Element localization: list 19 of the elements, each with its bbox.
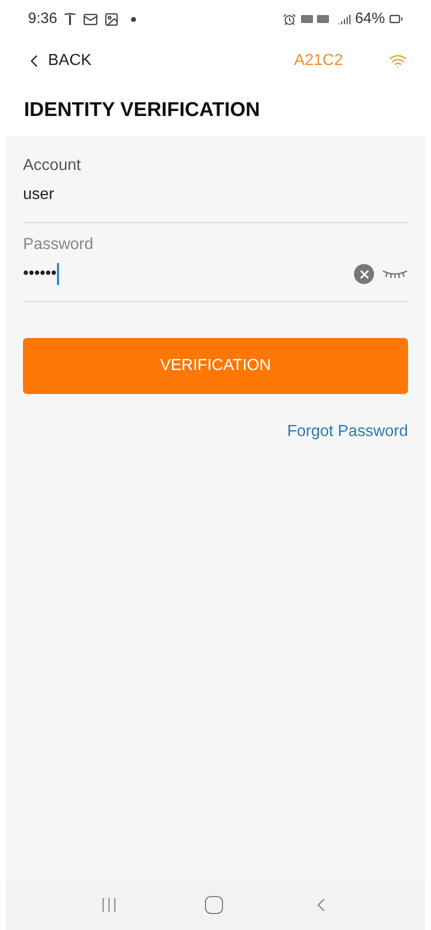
status-time: 9:36 bbox=[28, 8, 58, 29]
field-label: Account bbox=[23, 156, 82, 176]
home-icon[interactable] bbox=[205, 896, 224, 914]
input-field[interactable]: user bbox=[23, 178, 408, 212]
input-field[interactable]: •••••• bbox=[23, 257, 408, 291]
mail-icon bbox=[83, 12, 98, 26]
eye-closed-icon[interactable] bbox=[382, 269, 408, 279]
battery-icon bbox=[389, 12, 403, 26]
image-icon bbox=[104, 12, 120, 26]
battery-level: 64% bbox=[354, 8, 385, 29]
alarm-icon bbox=[282, 12, 296, 26]
back-button[interactable]: BACK bbox=[24, 49, 92, 73]
clear-icon[interactable] bbox=[354, 264, 374, 284]
field-label: Password bbox=[23, 235, 94, 255]
device-name: A21C2 bbox=[294, 51, 343, 71]
signal-icon bbox=[338, 12, 351, 26]
wifi-icon bbox=[389, 52, 407, 70]
page-title: IDENTITY VERIFICATION bbox=[24, 98, 260, 123]
forgot-password-link[interactable]: Forgot Password bbox=[287, 420, 408, 444]
